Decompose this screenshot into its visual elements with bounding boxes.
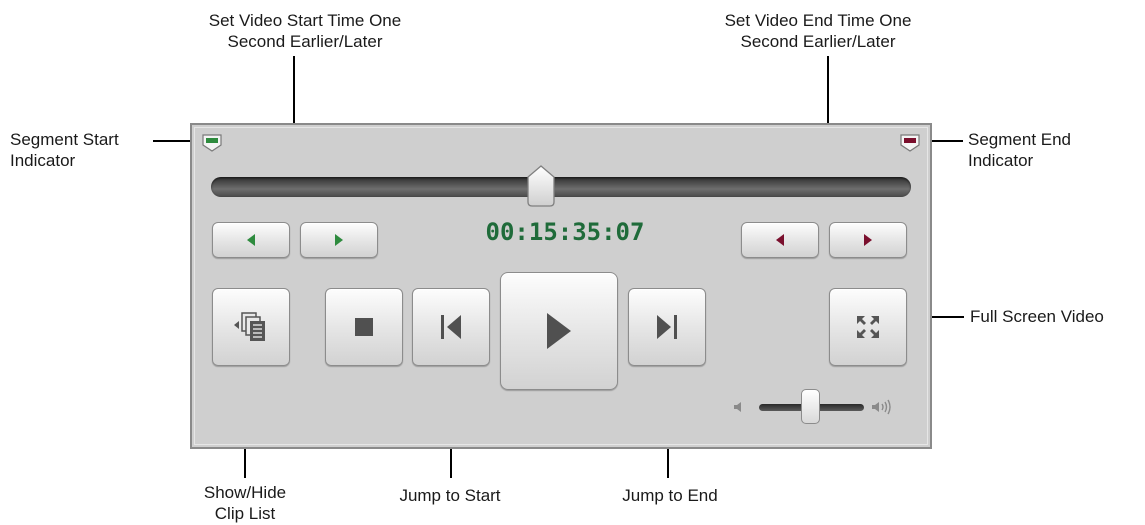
annotation-line: Jump to End	[622, 486, 718, 505]
seek-thumb[interactable]	[525, 165, 557, 207]
green-right-arrow-icon	[335, 234, 343, 246]
end-time-later-button[interactable]	[829, 222, 907, 258]
full-screen-button[interactable]	[829, 288, 907, 366]
segment-end-marker-icon[interactable]	[899, 133, 921, 153]
annotation-line: Second Earlier/Later	[227, 32, 383, 51]
play-icon	[547, 313, 571, 349]
end-time-earlier-button[interactable]	[741, 222, 819, 258]
timecode-display: 00:15:35:07	[485, 218, 645, 246]
skip-to-end-icon	[657, 315, 677, 339]
speaker-high-icon	[871, 399, 895, 420]
annotation-line: Jump to Start	[399, 486, 501, 505]
annotation-jump-to-start: Jump to Start	[370, 485, 530, 506]
speaker-low-icon	[733, 400, 747, 419]
annotation-segment-start: Segment Start Indicator	[10, 129, 119, 171]
red-left-arrow-icon	[776, 234, 784, 246]
annotation-line: Set Video Start Time One	[208, 11, 402, 30]
volume-thumb[interactable]	[801, 389, 820, 424]
annotation-line: Indicator	[10, 151, 76, 170]
annotation-set-end-time: Set Video End Time One Second Earlier/La…	[693, 10, 943, 52]
show-hide-clip-list-button[interactable]	[212, 288, 290, 366]
annotation-line: Clip List	[214, 504, 276, 523]
annotation-set-start-time: Set Video Start Time One Second Earlier/…	[180, 10, 430, 52]
seek-track[interactable]	[211, 177, 911, 197]
stop-icon	[355, 318, 373, 336]
segment-start-marker-icon[interactable]	[201, 133, 223, 153]
stop-button[interactable]	[325, 288, 403, 366]
full-screen-icon	[857, 316, 879, 338]
annotation-line: Set Video End Time One	[724, 11, 912, 30]
clip-list-icon	[234, 312, 265, 341]
annotation-line: Segment Start	[10, 130, 119, 149]
annotation-jump-to-end: Jump to End	[590, 485, 750, 506]
play-button[interactable]	[500, 272, 618, 390]
annotation-line: Full Screen Video	[970, 307, 1104, 326]
jump-to-end-button[interactable]	[628, 288, 706, 366]
skip-to-start-icon	[441, 315, 461, 339]
annotation-line: Show/Hide	[203, 483, 287, 502]
annotation-line: Second Earlier/Later	[740, 32, 896, 51]
annotation-line: Indicator	[968, 151, 1034, 170]
annotation-full-screen: Full Screen Video	[970, 306, 1104, 327]
start-time-later-button[interactable]	[300, 222, 378, 258]
green-left-arrow-icon	[247, 234, 255, 246]
red-right-arrow-icon	[864, 234, 872, 246]
annotation-segment-end: Segment End Indicator	[968, 129, 1071, 171]
annotation-show-hide-clip-list: Show/Hide Clip List	[175, 482, 315, 524]
annotation-line: Segment End	[968, 130, 1072, 149]
start-time-earlier-button[interactable]	[212, 222, 290, 258]
jump-to-start-button[interactable]	[412, 288, 490, 366]
